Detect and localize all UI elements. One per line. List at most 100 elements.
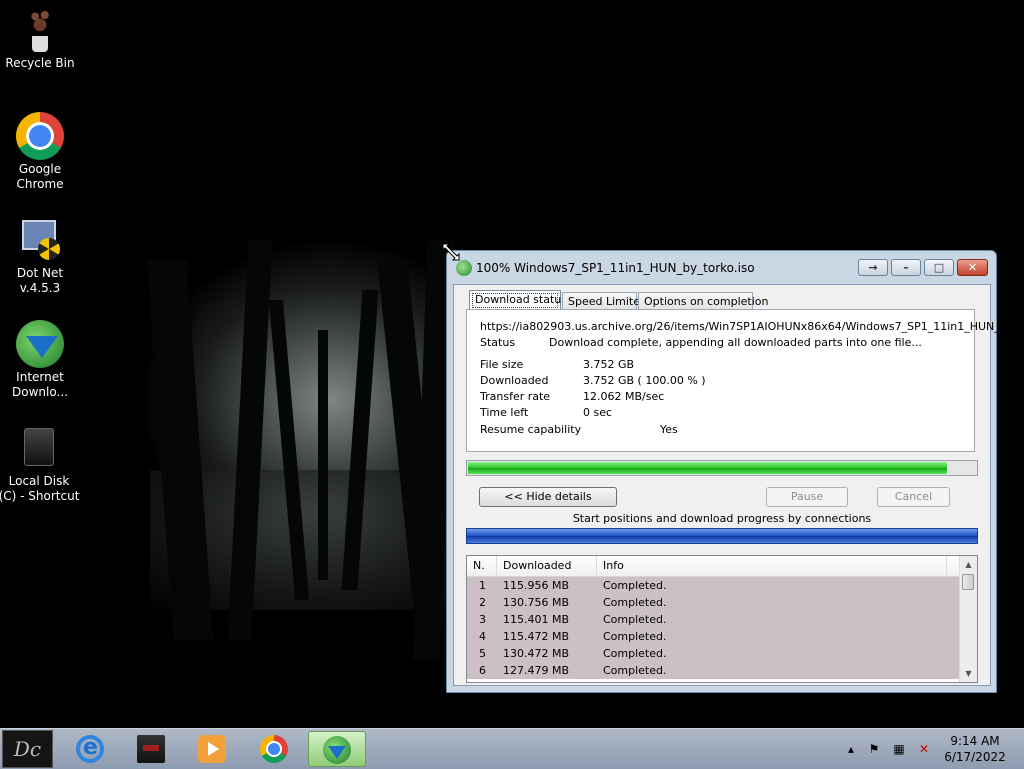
chrome-icon: [260, 735, 288, 763]
desktop-icon-google-chrome[interactable]: Google Chrome: [0, 112, 80, 192]
desktop-icon-label: Recycle Bin: [5, 56, 75, 70]
tab-download-status[interactable]: Download status: [469, 290, 567, 311]
download-progress-bar: [466, 460, 978, 476]
row-info: Completed.: [603, 630, 667, 643]
media-player-icon: [198, 735, 226, 763]
start-button[interactable]: Dc: [2, 730, 53, 768]
clock-date: 6/17/2022: [944, 750, 1006, 764]
idm-icon: [323, 736, 351, 764]
time-left-value: 0 sec: [583, 406, 613, 419]
tab-options-on-completion[interactable]: Options on completion: [638, 292, 769, 310]
table-row[interactable]: 6 127.479 MB Completed.: [467, 662, 960, 679]
close-icon: ✕: [967, 261, 978, 274]
file-size-label: File size: [480, 358, 524, 371]
window-titlebar[interactable]: 100% Windows7_SP1_11in1_HUN_by_torko.iso…: [447, 251, 996, 284]
row-number: 3: [479, 613, 486, 626]
hide-details-button[interactable]: << Hide details: [479, 487, 617, 507]
resume-capability-label: Resume capability: [480, 423, 582, 436]
table-header: N. Downloaded Info: [467, 556, 960, 577]
row-number: 1: [479, 579, 486, 592]
resize-cursor-icon: [442, 243, 460, 261]
row-info: Completed.: [603, 647, 667, 660]
cancel-button[interactable]: Cancel: [877, 487, 950, 507]
system-tray: ▴ ⚑ ▦ ✕: [840, 729, 940, 769]
send-to-tray-button[interactable]: →: [858, 259, 888, 276]
table-scrollbar[interactable]: ▲ ▼: [959, 556, 977, 682]
resume-capability-value: Yes: [660, 423, 678, 436]
maximize-icon: □: [933, 261, 945, 274]
tab-speed-limiter[interactable]: Speed Limiter: [562, 292, 645, 310]
idm-icon: [16, 320, 64, 368]
pause-button[interactable]: Pause: [766, 487, 848, 507]
row-info: Completed.: [603, 596, 667, 609]
time-left-label: Time left: [480, 406, 529, 419]
scrollbar-thumb[interactable]: [962, 574, 974, 590]
desktop-icon-label: Google Chrome: [16, 162, 64, 191]
arrow-right-icon: →: [868, 261, 878, 274]
row-number: 4: [479, 630, 486, 643]
taskbar-item-chrome[interactable]: [246, 731, 302, 767]
window-client-area: Download status Speed Limiter Options on…: [453, 284, 1019, 686]
chrome-icon: [16, 112, 64, 160]
window-title: 100% Windows7_SP1_11in1_HUN_by_torko.iso: [476, 261, 755, 275]
row-downloaded: 130.756 MB: [503, 596, 570, 609]
table-body: 1 115.956 MB Completed. 2 130.756 MB Complete…: [467, 577, 960, 679]
desktop-icon-internet-download-manager[interactable]: Internet Downlo...: [0, 320, 80, 400]
hard-disk-icon: [14, 424, 62, 472]
desktop-icon-label: Local Disk (C) - Shortcut: [0, 474, 80, 503]
desktop-icon-local-disk[interactable]: Local Disk (C) - Shortcut: [0, 424, 80, 504]
column-header-number[interactable]: N.: [467, 556, 497, 576]
taskbar-item-idm[interactable]: [308, 731, 366, 767]
download-progress-window[interactable]: 100% Windows7_SP1_11in1_HUN_by_torko.iso…: [446, 250, 1019, 693]
table-row[interactable]: 4 115.472 MB Completed.: [467, 628, 960, 645]
table-row[interactable]: 1 115.956 MB Completed.: [467, 577, 960, 594]
network-icon[interactable]: ▦: [891, 741, 907, 757]
row-info: Completed.: [603, 613, 667, 626]
minimize-button[interactable]: –: [891, 259, 921, 276]
taskbar-item-media-player[interactable]: [184, 731, 240, 767]
downloaded-label: Downloaded: [480, 374, 549, 387]
maximize-button[interactable]: □: [924, 259, 954, 276]
idm-icon: [456, 260, 472, 276]
download-status-panel: https://ia802903.us.archive.org/26/items…: [466, 309, 1019, 452]
table-row[interactable]: 2 130.756 MB Completed.: [467, 594, 960, 611]
row-number: 5: [479, 647, 486, 660]
table-row[interactable]: 3 115.401 MB Completed.: [467, 611, 960, 628]
close-button[interactable]: ✕: [957, 259, 988, 276]
row-number: 2: [479, 596, 486, 609]
scroll-down-icon[interactable]: ▼: [960, 665, 977, 682]
taskbar-clock[interactable]: 9:14 AM 6/17/2022: [935, 733, 1015, 765]
minimize-icon: –: [903, 261, 909, 274]
desktop-icon-label: Dot Net v.4.5.3: [16, 266, 64, 295]
show-hidden-icons-icon[interactable]: ▴: [843, 741, 859, 757]
transfer-rate-label: Transfer rate: [480, 390, 551, 403]
clock-time: 9:14 AM: [950, 734, 1000, 748]
connections-progress-label: Start positions and download progress by…: [572, 512, 872, 525]
table-row[interactable]: 5 130.472 MB Completed.: [467, 645, 960, 662]
download-url: https://ia802903.us.archive.org/26/items…: [480, 320, 1019, 333]
volume-muted-icon[interactable]: ✕: [916, 741, 932, 757]
desktop-icon-dot-net[interactable]: Dot Net v.4.5.3: [0, 216, 80, 296]
desktop-icon-label: Internet Downlo...: [12, 370, 68, 399]
column-header-downloaded[interactable]: Downloaded: [497, 556, 597, 576]
status-label: Status: [480, 336, 516, 349]
file-size-value: 3.752 GB: [583, 358, 635, 371]
desktop-icon-recycle-bin[interactable]: Recycle Bin: [0, 6, 80, 71]
row-downloaded: 130.472 MB: [503, 647, 570, 660]
row-info: Completed.: [603, 664, 667, 677]
taskbar-item-internet-explorer[interactable]: [62, 731, 118, 767]
scroll-up-icon[interactable]: ▲: [960, 556, 977, 573]
download-progress-fill: [468, 462, 948, 474]
connections-progress-bar: [466, 528, 978, 544]
connections-table[interactable]: N. Downloaded Info 1 115.956 MB Completed.…: [466, 555, 978, 683]
action-center-flag-icon[interactable]: ⚑: [866, 741, 882, 757]
wallpaper-tree: [318, 330, 328, 580]
transfer-rate-value: 12.062 MB/sec: [583, 390, 665, 403]
internet-explorer-icon: [76, 735, 104, 763]
start-button-logo: Dc: [13, 737, 42, 761]
taskbar-item-folder[interactable]: [123, 731, 179, 767]
row-downloaded: 115.956 MB: [503, 579, 570, 592]
status-value: Download complete, appending all downloa…: [549, 336, 922, 349]
column-header-info[interactable]: Info: [597, 556, 947, 576]
downloaded-value: 3.752 GB ( 100.00 % ): [583, 374, 706, 387]
